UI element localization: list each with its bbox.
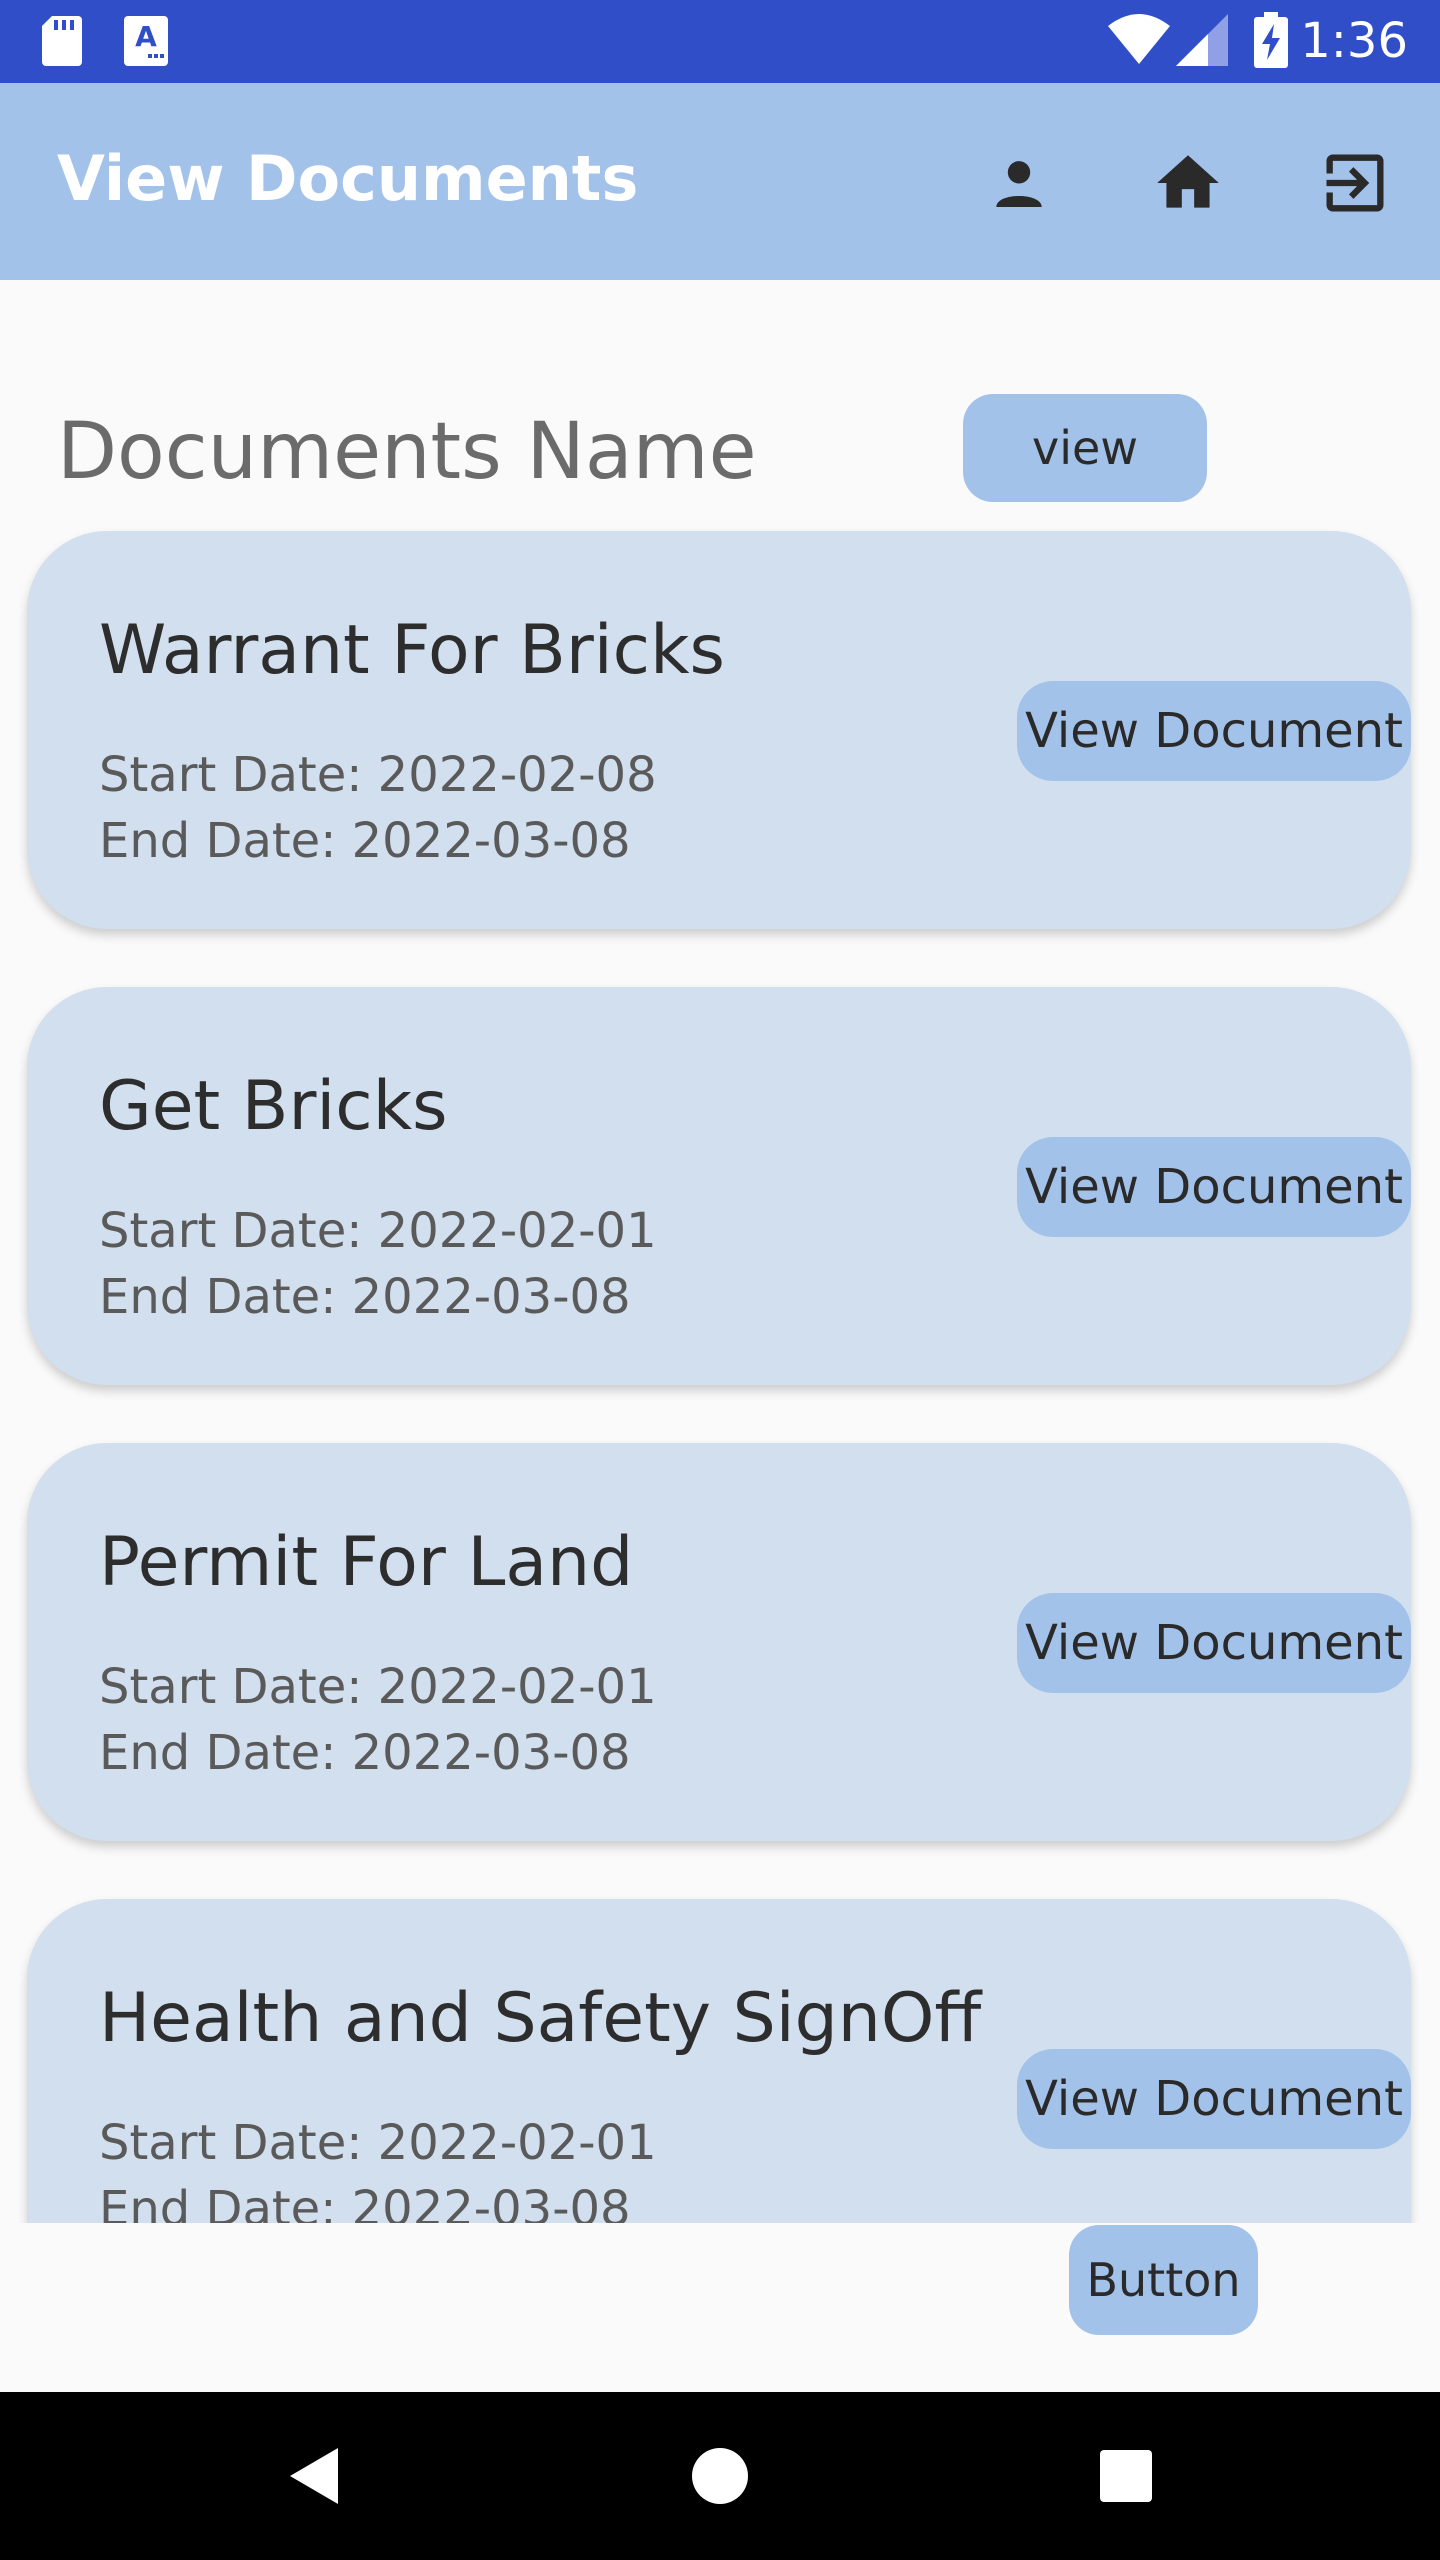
document-title: Get Bricks — [99, 1067, 448, 1146]
app-bar: View Documents — [0, 83, 1440, 280]
document-title: Permit For Land — [99, 1523, 634, 1602]
footer-button[interactable]: Button — [1069, 2225, 1258, 2335]
start-date: Start Date: 2022-02-08 — [99, 747, 657, 803]
document-card: Warrant For Bricks Start Date: 2022-02-0… — [27, 531, 1411, 929]
account-icon — [996, 161, 1042, 207]
battery-charging-icon — [1254, 12, 1288, 72]
back-button[interactable] — [274, 2436, 354, 2516]
signal-icon — [1176, 14, 1228, 70]
end-date: End Date: 2022-03-08 — [99, 2181, 631, 2223]
start-date: Start Date: 2022-02-01 — [99, 1659, 657, 1715]
document-card: Permit For Land Start Date: 2022-02-01 E… — [27, 1443, 1411, 1841]
keyboard-a-icon: A — [124, 16, 168, 70]
document-card: Health and Safety SignOff Start Date: 20… — [27, 1899, 1411, 2223]
start-date: Start Date: 2022-02-01 — [99, 2115, 657, 2171]
end-date: End Date: 2022-03-08 — [99, 813, 631, 869]
page-title: View Documents — [57, 142, 639, 215]
home-button[interactable] — [1143, 138, 1233, 228]
home-circle-icon — [692, 2448, 748, 2504]
recents-icon — [1100, 2450, 1152, 2502]
recents-button[interactable] — [1086, 2436, 1166, 2516]
documents-name-heading: Documents Name — [57, 407, 757, 497]
sd-card-icon — [42, 16, 82, 70]
home-icon — [1157, 155, 1219, 208]
end-date: End Date: 2022-03-08 — [99, 1269, 631, 1325]
status-bar: A 1:36 — [0, 0, 1440, 83]
account-button[interactable] — [974, 138, 1064, 228]
document-list[interactable]: Warrant For Bricks Start Date: 2022-02-0… — [0, 520, 1440, 2223]
view-document-button[interactable]: View Document — [1017, 1593, 1411, 1693]
wifi-icon — [1108, 14, 1170, 68]
logout-icon — [1326, 154, 1384, 212]
clock-time: 1:36 — [1300, 13, 1408, 69]
start-date: Start Date: 2022-02-01 — [99, 1203, 657, 1259]
back-icon — [290, 2448, 338, 2504]
logout-button[interactable] — [1310, 138, 1400, 228]
document-title: Health and Safety SignOff — [99, 1979, 982, 2058]
svg-text:A: A — [135, 20, 157, 53]
document-title: Warrant For Bricks — [99, 611, 725, 690]
end-date: End Date: 2022-03-08 — [99, 1725, 631, 1781]
view-button[interactable]: view — [963, 394, 1207, 502]
system-nav-bar — [0, 2392, 1440, 2560]
document-card: Get Bricks Start Date: 2022-02-01 End Da… — [27, 987, 1411, 1385]
view-document-button[interactable]: View Document — [1017, 1137, 1411, 1237]
home-nav-button[interactable] — [680, 2436, 760, 2516]
view-document-button[interactable]: View Document — [1017, 2049, 1411, 2149]
view-document-button[interactable]: View Document — [1017, 681, 1411, 781]
